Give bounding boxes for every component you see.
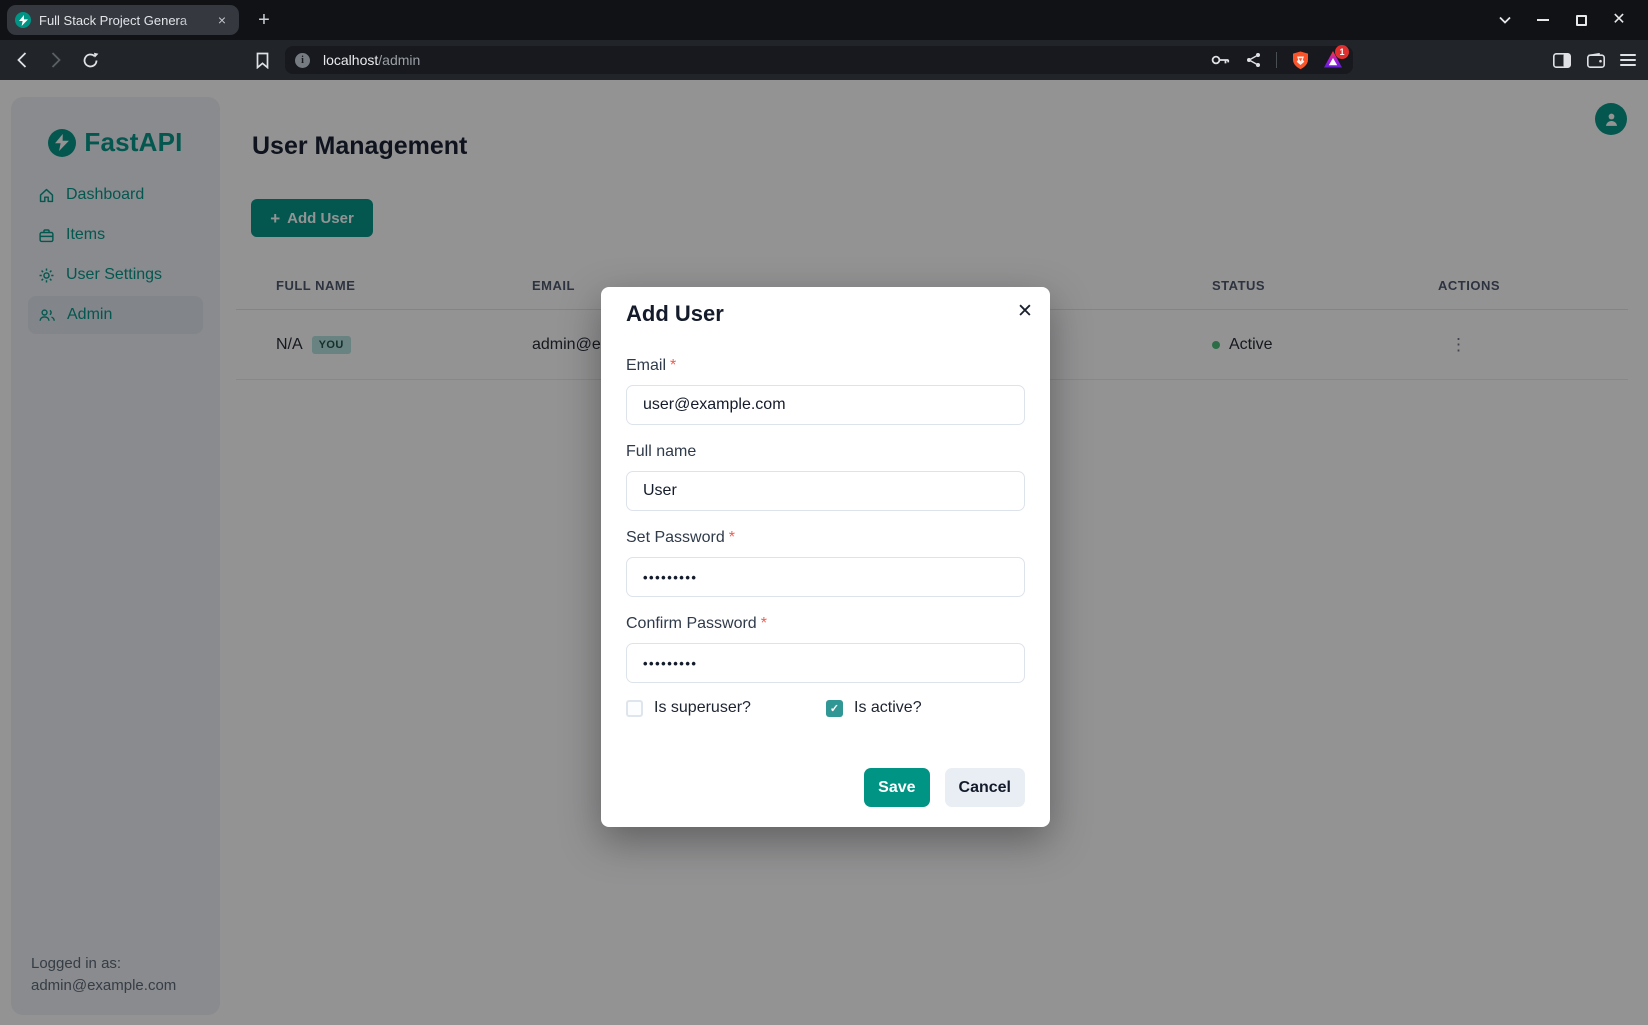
set-password-label: Set Password <box>626 529 725 546</box>
rewards-count-badge: 1 <box>1335 45 1349 59</box>
new-tab-button[interactable]: + <box>252 9 276 33</box>
window-minimize-button[interactable] <box>1534 11 1552 29</box>
browser-tab[interactable]: Full Stack Project Genera × <box>7 5 239 35</box>
back-button[interactable] <box>12 50 32 70</box>
window-maximize-button[interactable] <box>1572 11 1590 29</box>
is-superuser-checkbox[interactable]: Is superuser? <box>626 699 826 717</box>
email-field[interactable] <box>626 385 1025 425</box>
url-bar[interactable]: i localhost/admin 1 <box>285 46 1353 74</box>
brave-rewards-icon[interactable]: 1 <box>1323 50 1343 70</box>
wallet-icon[interactable] <box>1586 50 1606 70</box>
is-active-checkbox[interactable]: ✓ Is active? <box>826 699 1025 717</box>
checkbox-row: Is superuser? ✓ Is active? <box>626 699 1025 717</box>
share-icon[interactable] <box>1243 50 1263 70</box>
page-content: FastAPI Dashboard Items User Settings Ad… <box>0 80 1648 1025</box>
required-asterisk: * <box>729 529 735 546</box>
set-password-field-group: Set Password* <box>626 527 1025 597</box>
required-asterisk: * <box>761 615 767 632</box>
toolbar-divider <box>1276 52 1277 68</box>
modal-close-icon[interactable]: ✕ <box>1010 297 1040 327</box>
window-controls: ✕ <box>1496 0 1628 40</box>
bookmark-icon[interactable] <box>252 50 272 70</box>
forward-button[interactable] <box>46 50 66 70</box>
brave-shield-icon[interactable] <box>1290 50 1310 70</box>
modal-title: Add User <box>626 301 1025 327</box>
window-close-button[interactable]: ✕ <box>1610 11 1628 29</box>
browser-titlebar: Full Stack Project Genera × + ✕ <box>0 0 1648 40</box>
tab-close-icon[interactable]: × <box>213 11 231 29</box>
fastapi-favicon-icon <box>15 12 31 28</box>
add-user-modal: Add User ✕ Email* Full name Set Password… <box>601 287 1050 827</box>
confirm-password-field[interactable] <box>626 643 1025 683</box>
menu-hamburger-icon[interactable] <box>1620 54 1636 66</box>
email-field-group: Email* <box>626 355 1025 425</box>
tab-search-chevron-icon[interactable] <box>1496 11 1514 29</box>
tab-title: Full Stack Project Genera <box>39 13 205 28</box>
set-password-field[interactable] <box>626 557 1025 597</box>
full-name-field[interactable] <box>626 471 1025 511</box>
password-key-icon[interactable] <box>1210 50 1230 70</box>
checkbox-unchecked-icon[interactable] <box>626 700 643 717</box>
required-asterisk: * <box>670 357 676 374</box>
cancel-button[interactable]: Cancel <box>945 768 1025 807</box>
is-superuser-label: Is superuser? <box>654 699 751 717</box>
save-button[interactable]: Save <box>864 768 929 807</box>
email-label: Email <box>626 357 666 374</box>
sidebar-panel-icon[interactable] <box>1552 50 1572 70</box>
confirm-password-field-group: Confirm Password* <box>626 613 1025 683</box>
modal-footer: Save Cancel <box>626 768 1025 807</box>
full-name-label: Full name <box>626 443 696 460</box>
reload-button[interactable] <box>80 50 100 70</box>
checkbox-checked-icon[interactable]: ✓ <box>826 700 843 717</box>
browser-toolbar: i localhost/admin 1 <box>0 40 1648 80</box>
url-text: localhost/admin <box>323 52 420 68</box>
confirm-password-label: Confirm Password <box>626 615 757 632</box>
full-name-field-group: Full name <box>626 441 1025 511</box>
site-info-icon[interactable]: i <box>295 53 310 68</box>
is-active-label: Is active? <box>854 699 922 717</box>
